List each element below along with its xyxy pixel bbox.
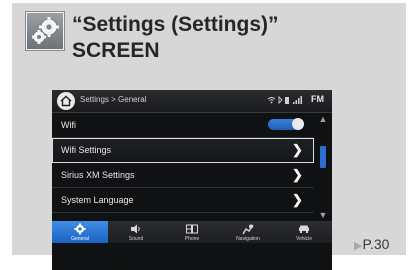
scroll-up-icon[interactable]: ▲ bbox=[318, 114, 328, 124]
tab-label: Navigation bbox=[236, 236, 260, 242]
tab-label: Sound bbox=[128, 236, 144, 242]
scroll-thumb[interactable] bbox=[320, 146, 326, 168]
tab-general[interactable]: General bbox=[52, 221, 109, 243]
tab-navigation[interactable]: Navigation bbox=[220, 221, 277, 243]
chevron-right-icon: ❯ bbox=[292, 192, 303, 207]
settings-display: Settings > General FM Wifi Wifi Settings… bbox=[52, 90, 332, 270]
status-bar: Settings > General FM bbox=[52, 90, 332, 113]
tab-sound[interactable]: Sound bbox=[108, 221, 165, 243]
car-icon bbox=[299, 225, 309, 233]
status-icons bbox=[267, 95, 305, 107]
battery-icon bbox=[285, 97, 289, 104]
navigation-icon bbox=[242, 224, 254, 235]
settings-row-sirius-xm[interactable]: Sirius XM Settings ❯ bbox=[52, 163, 314, 188]
home-button[interactable] bbox=[57, 92, 75, 110]
settings-row-wifi-settings[interactable]: Wifi Settings ❯ bbox=[52, 138, 314, 163]
signal-icon bbox=[293, 96, 302, 104]
tab-label: Phone bbox=[184, 236, 200, 242]
row-label: Wifi bbox=[61, 120, 76, 130]
title-line-1: “Settings (Settings)” bbox=[72, 13, 279, 36]
row-label: Wifi Settings bbox=[61, 145, 112, 155]
band-indicator: FM bbox=[311, 94, 324, 104]
home-icon bbox=[60, 95, 72, 107]
settings-row-wifi[interactable]: Wifi bbox=[52, 113, 314, 138]
tab-label: Vehicle bbox=[295, 236, 313, 242]
row-label: System Language bbox=[61, 195, 134, 205]
speaker-icon bbox=[131, 224, 140, 234]
chevron-right-icon: ❯ bbox=[292, 142, 303, 157]
wifi-toggle[interactable] bbox=[268, 118, 304, 130]
bluetooth-icon bbox=[278, 95, 283, 105]
bottom-tab-bar: General Sound Phone Navigation Vehicle bbox=[52, 221, 332, 243]
settings-row-system-language[interactable]: System Language ❯ bbox=[52, 188, 314, 213]
breadcrumb: Settings > General bbox=[80, 95, 147, 104]
gears-icon bbox=[26, 12, 64, 50]
page-title: “Settings (Settings)” SCREEN bbox=[72, 12, 279, 64]
chevron-right-icon: ❯ bbox=[292, 167, 303, 182]
scroll-down-icon[interactable]: ▼ bbox=[318, 210, 328, 220]
phone-icon bbox=[186, 224, 198, 234]
tab-vehicle[interactable]: Vehicle bbox=[276, 221, 332, 243]
settings-screen-card: “Settings (Settings)” SCREEN Settings > … bbox=[12, 3, 406, 270]
tab-label: General bbox=[71, 236, 89, 242]
title-line-2: SCREEN bbox=[72, 39, 160, 62]
toggle-knob bbox=[292, 118, 304, 130]
gear-icon bbox=[74, 223, 86, 235]
wifi-icon bbox=[267, 97, 276, 100]
tab-phone[interactable]: Phone bbox=[164, 221, 221, 243]
row-label: Sirius XM Settings bbox=[61, 170, 135, 180]
page-reference-label: P.30 bbox=[362, 236, 390, 252]
scrollbar[interactable]: ▲ ▼ bbox=[318, 114, 328, 224]
divider-tick bbox=[125, 258, 126, 267]
page-reference-link[interactable]: ▶P.30 bbox=[354, 236, 389, 252]
